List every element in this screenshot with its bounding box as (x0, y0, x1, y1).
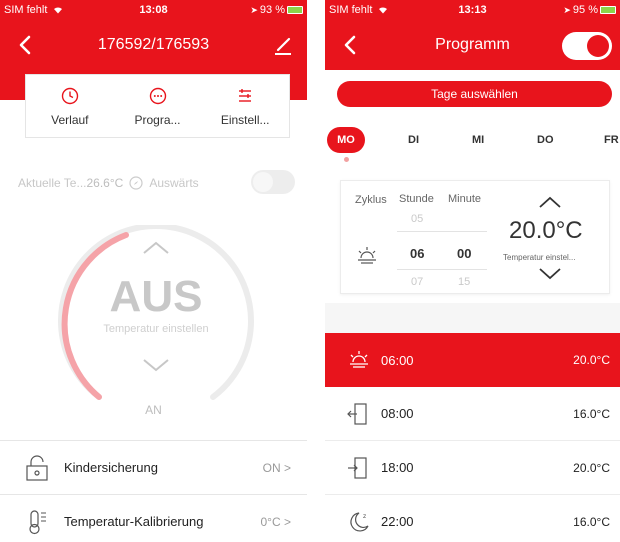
tab-label: Progra... (134, 113, 181, 127)
schedule-time: 08:00 (381, 406, 414, 421)
page-title: 176592/176593 (97, 36, 210, 53)
battery-icon (600, 6, 616, 14)
status-bar: SIM fehlt 13:13 ➤ 95 % (325, 0, 620, 20)
door-exit-icon (347, 402, 367, 425)
schedule-row-1[interactable]: 06:00 20.0°C (325, 333, 620, 387)
svg-text:z: z (363, 513, 366, 520)
battery-percent: 95 % (572, 4, 598, 16)
current-temp-label: Aktuelle Te... (18, 176, 87, 190)
schedule-time: 22:00 (381, 514, 414, 529)
app-header: Programm (325, 20, 620, 70)
schedule-time: 06:00 (381, 352, 414, 368)
day-tab-fr[interactable]: FR (604, 127, 619, 153)
select-days-button[interactable]: Tage auswählen (337, 81, 612, 107)
setting-value-text: 0°C (260, 514, 281, 529)
current-temp-value: 26.6°C (86, 176, 124, 190)
clock-icon (61, 87, 79, 105)
setting-value: ON > (263, 461, 291, 475)
setting-value-text: ON (262, 460, 281, 475)
away-toggle[interactable] (251, 170, 295, 194)
door-enter-icon (348, 456, 367, 479)
phone-screen-device: SIM fehlt 13:08 ➤ 93 % 176592/176593 Ver… (0, 0, 307, 542)
tab-einstellungen[interactable]: Einstell... (201, 75, 289, 137)
power-on-button[interactable]: AN (0, 403, 307, 417)
section-separator (325, 303, 620, 333)
screen-gap (307, 0, 325, 542)
dots-icon (149, 87, 166, 105)
sliders-icon (239, 89, 252, 102)
minute-value[interactable]: 00 (457, 246, 471, 261)
day-indicator-dot (344, 157, 349, 162)
setting-temp-calibration[interactable]: Temperatur-Kalibrierung 0°C > (0, 494, 307, 542)
schedule-temp: 20.0°C (573, 353, 610, 367)
app-header: 176592/176593 (0, 20, 307, 70)
tab-label: Einstell... (220, 113, 270, 127)
chevron-up-icon (143, 241, 169, 254)
lock-icon (26, 454, 48, 481)
day-tab-di[interactable]: DI (408, 127, 419, 153)
day-tab-mi[interactable]: MI (472, 127, 484, 153)
setting-child-lock[interactable]: Kindersicherung ON > (0, 440, 307, 494)
schedule-temp: 20.0°C (573, 460, 610, 475)
tab-label: Verlauf (51, 113, 89, 127)
setting-label: Temperatur-Kalibrierung (64, 514, 204, 529)
battery-indicator: ➤ 93 % (250, 4, 303, 16)
schedule-row-2[interactable]: 08:00 16.0°C (325, 387, 620, 441)
picker-line-top (397, 231, 487, 232)
col-minute-label: Minute (448, 193, 482, 205)
chevron-right-icon: > (283, 514, 291, 529)
thermometer-icon (29, 509, 46, 534)
program-toggle[interactable] (562, 32, 612, 60)
schedule-temp: 16.0°C (573, 514, 610, 529)
setting-label: Kindersicherung (64, 460, 158, 475)
sunrise-icon (350, 351, 368, 368)
tab-bar: Verlauf Progra... Einstell... (25, 74, 290, 138)
dial-state: AUS (109, 272, 203, 321)
schedule-row-4[interactable]: z 22:00 16.0°C (325, 495, 620, 542)
schedule-temp: 16.0°C (573, 406, 610, 421)
temperature-sublabel: Temperatur einstel... (503, 253, 576, 262)
schedule-row-3[interactable]: 18:00 20.0°C (325, 441, 620, 495)
setting-value: 0°C > (261, 515, 292, 529)
away-label: Auswärts (149, 176, 199, 190)
col-hour-label: Stunde (399, 193, 434, 205)
dial-subtitle: Temperatur einstellen (103, 323, 209, 335)
day-selector: MO DI MI DO FR (325, 127, 620, 155)
compass-icon (129, 176, 143, 190)
battery-icon (287, 6, 303, 14)
battery-percent: 93 % (259, 4, 285, 16)
chevron-right-icon: > (283, 460, 291, 475)
location-icon: ➤ (250, 4, 258, 15)
moon-icon: z (350, 511, 369, 532)
tab-verlauf[interactable]: Verlauf (26, 75, 114, 137)
temp-up-chevron-icon[interactable] (538, 195, 562, 209)
battery-indicator: ➤ 95 % (563, 4, 616, 16)
time-editor-card: Zyklus Stunde Minute 05 06 00 07 15 20.0… (340, 180, 610, 294)
hour-next: 07 (411, 276, 424, 288)
edit-pencil-icon[interactable] (273, 34, 293, 56)
day-tab-mo[interactable]: MO (327, 127, 365, 153)
day-tab-do[interactable]: DO (537, 127, 554, 153)
minute-next: 15 (458, 276, 471, 288)
hour-value[interactable]: 06 (410, 246, 424, 261)
hour-prev: 05 (411, 213, 424, 225)
col-cycle-label: Zyklus (355, 194, 387, 206)
target-temperature: 20.0°C (509, 217, 583, 244)
schedule-time: 18:00 (381, 460, 414, 475)
temp-down-chevron-icon[interactable] (538, 267, 562, 281)
phone-screen-program: SIM fehlt 13:13 ➤ 95 % Programm Tage aus… (325, 0, 620, 542)
location-icon: ➤ (563, 4, 571, 15)
picker-line-bottom (397, 269, 487, 270)
tab-programm[interactable]: Progra... (114, 75, 202, 137)
status-bar: SIM fehlt 13:08 ➤ 93 % (0, 0, 307, 20)
sunrise-icon (358, 247, 376, 264)
chevron-down-icon (143, 359, 169, 372)
